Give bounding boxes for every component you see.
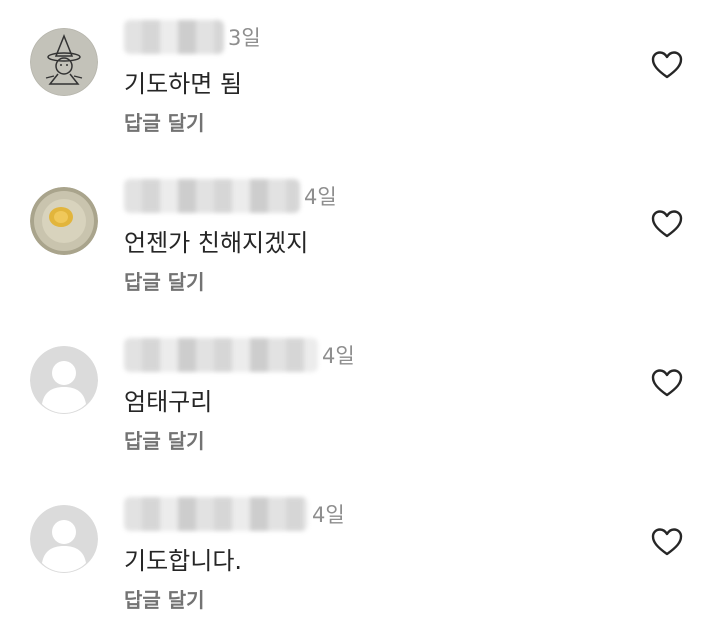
avatar[interactable] <box>30 505 98 573</box>
comment-meta: 4일 <box>124 497 345 531</box>
heart-outline-icon[interactable] <box>651 527 683 557</box>
default-avatar-icon <box>30 346 98 414</box>
heart-outline-icon[interactable] <box>651 368 683 398</box>
avatar[interactable] <box>30 187 98 255</box>
comment-text: 엄태구리 <box>124 388 213 416</box>
comment-item: 4일 기도합니다. 답글 달기 <box>0 477 720 627</box>
blurred-username[interactable] <box>124 497 308 531</box>
comment-item: 4일 언젠가 친해지겠지 답글 달기 <box>0 159 720 309</box>
reply-button[interactable]: 답글 달기 <box>124 107 205 136</box>
blurred-username[interactable] <box>124 179 300 213</box>
comment-text: 기도하면 됨 <box>124 70 243 98</box>
comment-time: 4일 <box>322 344 355 368</box>
comment-item: 3일 기도하면 됨 답글 달기 <box>0 0 720 150</box>
reply-button[interactable]: 답글 달기 <box>124 266 205 295</box>
comment-meta: 3일 <box>124 20 261 54</box>
yellow-circle-avatar-icon <box>30 187 98 255</box>
comment-time: 4일 <box>304 185 337 209</box>
comment-meta: 4일 <box>124 179 337 213</box>
comment-time: 4일 <box>312 503 345 527</box>
comment-meta: 4일 <box>124 338 355 372</box>
comment-text: 언젠가 친해지겠지 <box>124 229 309 257</box>
avatar[interactable] <box>30 28 98 96</box>
default-avatar-icon <box>30 505 98 573</box>
reply-button[interactable]: 답글 달기 <box>124 584 205 613</box>
avatar[interactable] <box>30 346 98 414</box>
blurred-username[interactable] <box>124 338 318 372</box>
reply-button[interactable]: 답글 달기 <box>124 425 205 454</box>
comment-text: 기도합니다. <box>124 547 243 575</box>
heart-outline-icon[interactable] <box>651 209 683 239</box>
comment-item: 4일 엄태구리 답글 달기 <box>0 318 720 468</box>
witch-drawing-avatar-icon <box>30 28 98 96</box>
comment-time: 3일 <box>228 26 261 50</box>
heart-outline-icon[interactable] <box>651 50 683 80</box>
blurred-username[interactable] <box>124 20 224 54</box>
